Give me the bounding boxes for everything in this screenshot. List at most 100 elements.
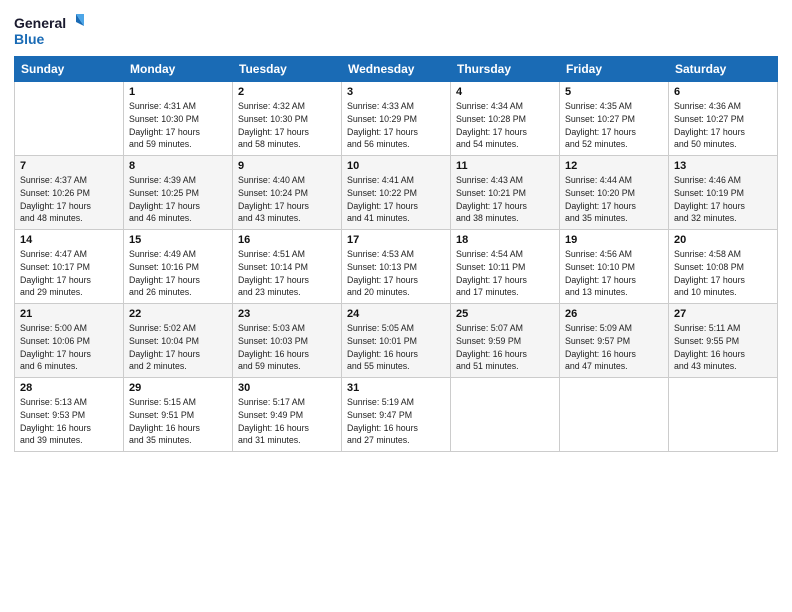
cell-w2-d1: 15 Sunrise: 4:49 AM Sunset: 10:16 PM Dayl…: [124, 230, 233, 304]
day-detail: Sunrise: 5:02 AM Sunset: 10:04 PM Daylig…: [129, 322, 227, 373]
day-number: 1: [129, 86, 227, 98]
day-number: 22: [129, 308, 227, 320]
svg-text:General: General: [14, 15, 66, 31]
day-detail: Sunrise: 4:43 AM Sunset: 10:21 PM Daylig…: [456, 174, 554, 225]
day-number: 14: [20, 234, 118, 246]
cell-w1-d5: 12 Sunrise: 4:44 AM Sunset: 10:20 PM Dayl…: [560, 156, 669, 230]
day-number: 7: [20, 160, 118, 172]
day-detail: Sunrise: 4:37 AM Sunset: 10:26 PM Daylig…: [20, 174, 118, 225]
cell-w4-d6: [669, 378, 778, 452]
day-detail: Sunrise: 5:07 AM Sunset: 9:59 PM Dayligh…: [456, 322, 554, 373]
cell-w0-d5: 5 Sunrise: 4:35 AM Sunset: 10:27 PM Dayli…: [560, 82, 669, 156]
cell-w1-d4: 11 Sunrise: 4:43 AM Sunset: 10:21 PM Dayl…: [451, 156, 560, 230]
day-detail: Sunrise: 4:33 AM Sunset: 10:29 PM Daylig…: [347, 100, 445, 151]
day-detail: Sunrise: 4:53 AM Sunset: 10:13 PM Daylig…: [347, 248, 445, 299]
logo-svg: General Blue: [14, 10, 84, 50]
day-detail: Sunrise: 4:58 AM Sunset: 10:08 PM Daylig…: [674, 248, 772, 299]
day-number: 11: [456, 160, 554, 172]
col-header-tuesday: Tuesday: [233, 57, 342, 82]
col-header-monday: Monday: [124, 57, 233, 82]
day-detail: Sunrise: 4:46 AM Sunset: 10:19 PM Daylig…: [674, 174, 772, 225]
day-number: 5: [565, 86, 663, 98]
day-detail: Sunrise: 5:17 AM Sunset: 9:49 PM Dayligh…: [238, 396, 336, 447]
col-header-friday: Friday: [560, 57, 669, 82]
cell-w1-d0: 7 Sunrise: 4:37 AM Sunset: 10:26 PM Dayli…: [15, 156, 124, 230]
day-number: 21: [20, 308, 118, 320]
cell-w3-d0: 21 Sunrise: 5:00 AM Sunset: 10:06 PM Dayl…: [15, 304, 124, 378]
cell-w3-d4: 25 Sunrise: 5:07 AM Sunset: 9:59 PM Dayli…: [451, 304, 560, 378]
day-number: 19: [565, 234, 663, 246]
day-number: 3: [347, 86, 445, 98]
cell-w3-d1: 22 Sunrise: 5:02 AM Sunset: 10:04 PM Dayl…: [124, 304, 233, 378]
cell-w2-d3: 17 Sunrise: 4:53 AM Sunset: 10:13 PM Dayl…: [342, 230, 451, 304]
day-number: 9: [238, 160, 336, 172]
cell-w1-d1: 8 Sunrise: 4:39 AM Sunset: 10:25 PM Dayli…: [124, 156, 233, 230]
logo: General Blue: [14, 10, 84, 50]
day-detail: Sunrise: 4:32 AM Sunset: 10:30 PM Daylig…: [238, 100, 336, 151]
col-header-wednesday: Wednesday: [342, 57, 451, 82]
day-detail: Sunrise: 4:41 AM Sunset: 10:22 PM Daylig…: [347, 174, 445, 225]
cell-w2-d0: 14Sunrise: 4:47 AM Sunset: 10:17 PM Dayl…: [15, 230, 124, 304]
cell-w3-d3: 24 Sunrise: 5:05 AM Sunset: 10:01 PM Dayl…: [342, 304, 451, 378]
cell-w1-d3: 10 Sunrise: 4:41 AM Sunset: 10:22 PM Dayl…: [342, 156, 451, 230]
day-detail: Sunrise: 4:36 AM Sunset: 10:27 PM Daylig…: [674, 100, 772, 151]
day-detail: Sunrise: 4:39 AM Sunset: 10:25 PM Daylig…: [129, 174, 227, 225]
day-number: 15: [129, 234, 227, 246]
day-number: 20: [674, 234, 772, 246]
cell-w0-d4: 4Sunrise: 4:34 AM Sunset: 10:28 PM Dayli…: [451, 82, 560, 156]
cell-w3-d5: 26 Sunrise: 5:09 AM Sunset: 9:57 PM Dayli…: [560, 304, 669, 378]
day-number: 25: [456, 308, 554, 320]
day-number: 6: [674, 86, 772, 98]
day-number: 12: [565, 160, 663, 172]
cell-w3-d6: 27Sunrise: 5:11 AM Sunset: 9:55 PM Dayli…: [669, 304, 778, 378]
page-header: General Blue: [14, 10, 778, 50]
day-number: 2: [238, 86, 336, 98]
day-detail: Sunrise: 4:49 AM Sunset: 10:16 PM Daylig…: [129, 248, 227, 299]
cell-w4-d3: 31Sunrise: 5:19 AM Sunset: 9:47 PM Dayli…: [342, 378, 451, 452]
cell-w0-d2: 2 Sunrise: 4:32 AM Sunset: 10:30 PM Dayli…: [233, 82, 342, 156]
cell-w4-d2: 30 Sunrise: 5:17 AM Sunset: 9:49 PM Dayli…: [233, 378, 342, 452]
day-detail: Sunrise: 5:19 AM Sunset: 9:47 PM Dayligh…: [347, 396, 445, 447]
day-number: 13: [674, 160, 772, 172]
day-number: 23: [238, 308, 336, 320]
day-number: 26: [565, 308, 663, 320]
cell-w3-d2: 23 Sunrise: 5:03 AM Sunset: 10:03 PM Dayl…: [233, 304, 342, 378]
day-detail: Sunrise: 5:15 AM Sunset: 9:51 PM Dayligh…: [129, 396, 227, 447]
day-detail: Sunrise: 5:13 AM Sunset: 9:53 PM Dayligh…: [20, 396, 118, 447]
day-detail: Sunrise: 4:40 AM Sunset: 10:24 PM Daylig…: [238, 174, 336, 225]
day-number: 30: [238, 382, 336, 394]
day-number: 16: [238, 234, 336, 246]
day-detail: Sunrise: 4:56 AM Sunset: 10:10 PM Daylig…: [565, 248, 663, 299]
cell-w1-d2: 9 Sunrise: 4:40 AM Sunset: 10:24 PM Dayli…: [233, 156, 342, 230]
day-number: 17: [347, 234, 445, 246]
cell-w0-d1: 1 Sunrise: 4:31 AM Sunset: 10:30 PM Dayli…: [124, 82, 233, 156]
day-number: 18: [456, 234, 554, 246]
svg-text:Blue: Blue: [14, 31, 45, 47]
day-detail: Sunrise: 5:09 AM Sunset: 9:57 PM Dayligh…: [565, 322, 663, 373]
cell-w1-d6: 13 Sunrise: 4:46 AM Sunset: 10:19 PM Dayl…: [669, 156, 778, 230]
day-number: 28: [20, 382, 118, 394]
cell-w4-d5: [560, 378, 669, 452]
day-detail: Sunrise: 5:00 AM Sunset: 10:06 PM Daylig…: [20, 322, 118, 373]
day-detail: Sunrise: 5:03 AM Sunset: 10:03 PM Daylig…: [238, 322, 336, 373]
day-detail: Sunrise: 4:31 AM Sunset: 10:30 PM Daylig…: [129, 100, 227, 151]
cell-w0-d6: 6 Sunrise: 4:36 AM Sunset: 10:27 PM Dayli…: [669, 82, 778, 156]
cell-w2-d2: 16Sunrise: 4:51 AM Sunset: 10:14 PM Dayl…: [233, 230, 342, 304]
cell-w0-d0: [15, 82, 124, 156]
day-number: 10: [347, 160, 445, 172]
cell-w0-d3: 3 Sunrise: 4:33 AM Sunset: 10:29 PM Dayli…: [342, 82, 451, 156]
day-detail: Sunrise: 4:54 AM Sunset: 10:11 PM Daylig…: [456, 248, 554, 299]
day-number: 8: [129, 160, 227, 172]
day-detail: Sunrise: 4:35 AM Sunset: 10:27 PM Daylig…: [565, 100, 663, 151]
cell-w2-d5: 19 Sunrise: 4:56 AM Sunset: 10:10 PM Dayl…: [560, 230, 669, 304]
day-number: 29: [129, 382, 227, 394]
day-number: 27: [674, 308, 772, 320]
day-detail: Sunrise: 5:05 AM Sunset: 10:01 PM Daylig…: [347, 322, 445, 373]
day-detail: Sunrise: 4:44 AM Sunset: 10:20 PM Daylig…: [565, 174, 663, 225]
cell-w4-d1: 29 Sunrise: 5:15 AM Sunset: 9:51 PM Dayli…: [124, 378, 233, 452]
day-detail: Sunrise: 4:34 AM Sunset: 10:28 PM Daylig…: [456, 100, 554, 151]
cell-w2-d6: 20 Sunrise: 4:58 AM Sunset: 10:08 PM Dayl…: [669, 230, 778, 304]
day-number: 24: [347, 308, 445, 320]
cell-w4-d4: [451, 378, 560, 452]
cell-w2-d4: 18 Sunrise: 4:54 AM Sunset: 10:11 PM Dayl…: [451, 230, 560, 304]
